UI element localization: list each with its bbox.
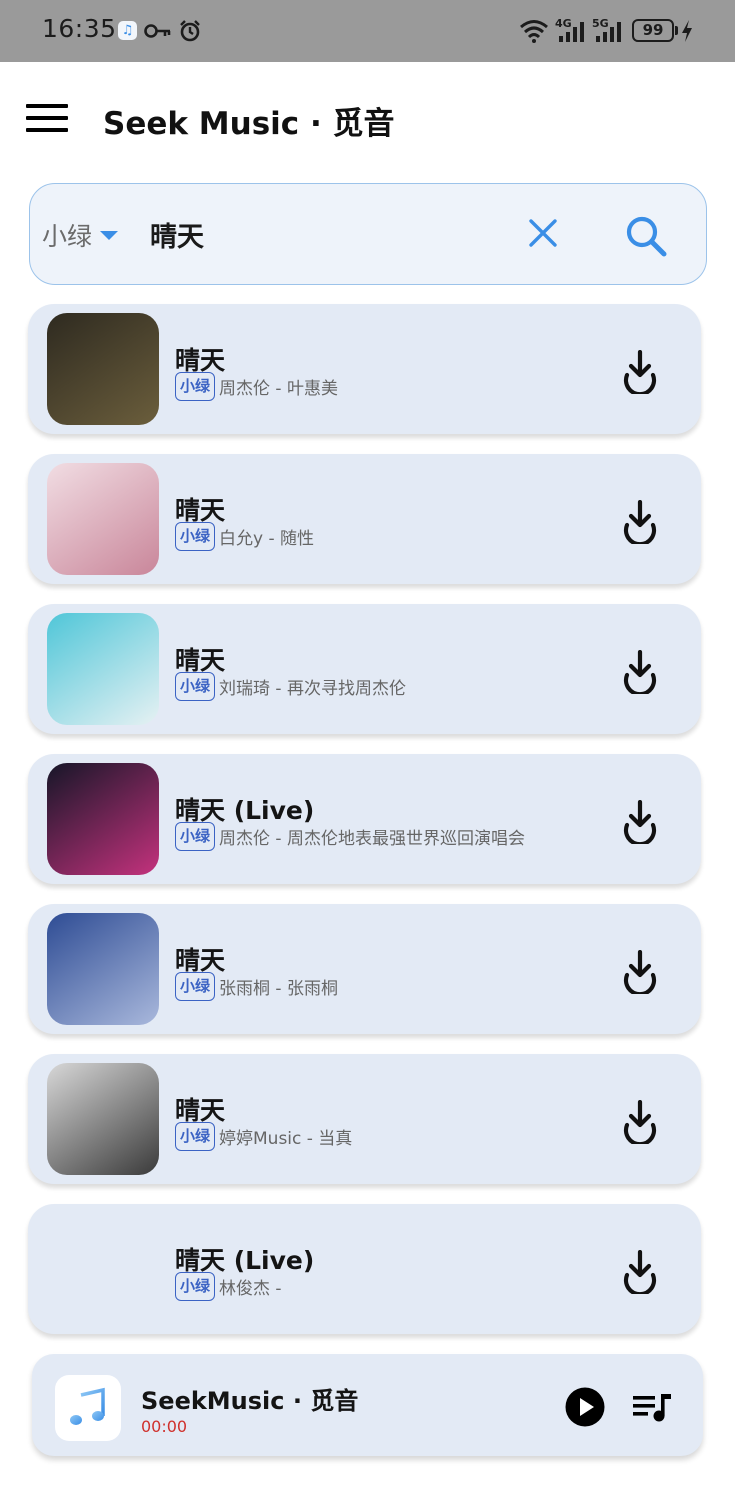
download-icon[interactable]	[621, 650, 659, 694]
source-tag: 小绿	[175, 822, 216, 851]
song-list-item[interactable]: 晴天 小绿 白允y - 随性	[28, 454, 701, 584]
song-list-item[interactable]: 晴天 小绿 张雨桐 - 张雨桐	[28, 904, 701, 1034]
song-list-item[interactable]: 晴天 小绿 周杰伦 - 叶惠美	[28, 304, 701, 434]
close-icon[interactable]	[526, 216, 560, 250]
caret-down-icon	[100, 230, 119, 240]
download-icon[interactable]	[621, 1100, 659, 1144]
song-list-item[interactable]: 晴天 (Live) 小绿 周杰伦 - 周杰伦地表最强世界巡回演唱会	[28, 754, 701, 884]
key-icon	[144, 24, 171, 38]
song-list-item[interactable]: 晴天 小绿 婷婷Music - 当真	[28, 1054, 701, 1184]
play-icon[interactable]	[565, 1387, 605, 1427]
playlist-icon[interactable]	[633, 1391, 673, 1423]
song-artist-album: 刘瑞琦 - 再次寻找周杰伦	[219, 679, 406, 699]
song-artist-album: 林俊杰 -	[219, 1279, 282, 1299]
status-bar: 16:35 ♫ 4G 5G 99	[0, 0, 735, 62]
song-artist-album: 婷婷Music - 当真	[219, 1129, 353, 1149]
song-artist-album: 周杰伦 - 周杰伦地表最强世界巡回演唱会	[219, 829, 525, 849]
hamburger-menu-icon[interactable]	[26, 104, 68, 132]
source-tag: 小绿	[175, 522, 216, 551]
song-artist-album: 周杰伦 - 叶惠美	[219, 379, 338, 399]
search-icon[interactable]	[624, 214, 668, 258]
alarm-icon	[180, 20, 200, 42]
app-title: Seek Music · 觅音	[103, 106, 395, 142]
battery-cap	[675, 26, 678, 35]
song-artist-album: 白允y - 随性	[219, 529, 315, 549]
album-cover	[47, 613, 159, 725]
music-app-notification-icon: ♫	[118, 21, 137, 40]
source-tag: 小绿	[175, 372, 216, 401]
status-time: 16:35	[42, 14, 117, 43]
song-artist-album: 张雨桐 - 张雨桐	[219, 979, 338, 999]
player-artwork	[55, 1375, 121, 1441]
album-cover	[47, 463, 159, 575]
wifi-icon	[520, 20, 548, 43]
battery-indicator: 99	[632, 19, 674, 42]
download-icon[interactable]	[621, 350, 659, 394]
mini-player[interactable]: SeekMusic · 觅音 00:00	[32, 1354, 703, 1456]
album-cover	[47, 1063, 159, 1175]
source-tag: 小绿	[175, 972, 216, 1001]
source-tag: 小绿	[175, 672, 216, 701]
search-input[interactable]	[150, 212, 500, 256]
charging-icon	[682, 20, 692, 42]
download-icon[interactable]	[621, 500, 659, 544]
song-list-item[interactable]: 晴天 小绿 刘瑞琦 - 再次寻找周杰伦	[28, 604, 701, 734]
player-time: 00:00	[141, 1417, 188, 1436]
download-icon[interactable]	[621, 800, 659, 844]
player-title: SeekMusic · 觅音	[141, 1387, 359, 1415]
signal-icon	[559, 22, 584, 42]
download-icon[interactable]	[621, 950, 659, 994]
song-list-item[interactable]: 晴天 (Live) 小绿 林俊杰 -	[28, 1204, 701, 1334]
album-cover	[47, 763, 159, 875]
search-bar: 小绿	[29, 183, 707, 285]
source-label: 小绿	[42, 222, 93, 251]
signal-icon	[596, 22, 621, 42]
album-cover	[47, 313, 159, 425]
source-tag: 小绿	[175, 1272, 216, 1301]
album-cover	[47, 913, 159, 1025]
music-note-icon	[70, 1387, 105, 1425]
source-dropdown[interactable]: 小绿	[42, 217, 119, 253]
download-icon[interactable]	[621, 1250, 659, 1294]
source-tag: 小绿	[175, 1122, 216, 1151]
